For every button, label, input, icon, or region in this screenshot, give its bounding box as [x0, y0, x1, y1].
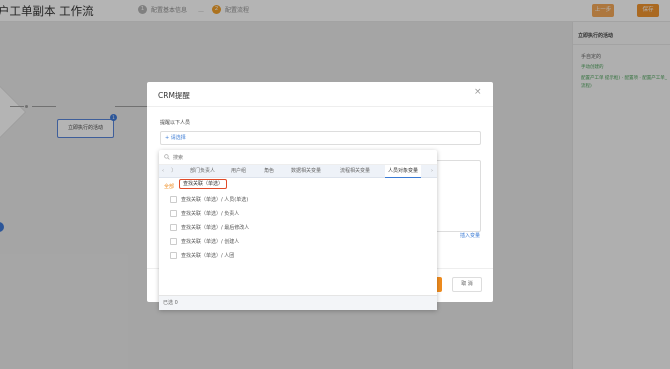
checkbox[interactable]	[170, 223, 177, 231]
search-icon	[164, 154, 170, 160]
tab-dept-head[interactable]: 部门负责人	[190, 165, 215, 178]
checkbox[interactable]	[170, 251, 177, 259]
tab-person-vars[interactable]: 人员对象变量	[385, 165, 422, 178]
tab-user-group[interactable]: 用户组	[231, 165, 246, 178]
search-input[interactable]	[173, 152, 423, 163]
list-item[interactable]: 查找关联（单选）/ 人员(单选)	[170, 194, 248, 204]
tab-role[interactable]: 角色	[264, 165, 274, 178]
list-item[interactable]: 查找关联（单选）/ 负责人	[170, 208, 239, 218]
option-label: 查找关联（单选）/ 人员(单选)	[181, 196, 249, 203]
search-row	[159, 150, 437, 165]
list-item[interactable]: 查找关联（单选）/ 创建人	[170, 236, 239, 246]
recipient-select[interactable]: + 请选择	[160, 131, 481, 145]
list-item[interactable]: 查找关联（单选）/ 最后修改人	[170, 222, 249, 232]
option-label: 查找关联（单选）/ 人团	[181, 252, 235, 259]
divider	[147, 106, 493, 107]
tab-scroll-marker: 〕	[171, 168, 177, 174]
close-icon[interactable]: ×	[474, 87, 482, 97]
tab-flow-vars[interactable]: 流程相关变量	[340, 165, 370, 178]
selection-count: 已选 0	[159, 295, 437, 310]
option-label: 查找关联（单选）/ 最后修改人	[181, 224, 250, 231]
dialog-title: CRM提醒	[158, 91, 190, 100]
checkbox[interactable]	[170, 237, 177, 245]
recipient-dropdown: ‹ 〕 部门负责人 用户组 角色 数据相关变量 流程相关变量 人员对象变量 › …	[159, 150, 437, 310]
remind-label: 提醒以下人员	[160, 120, 191, 126]
checkbox[interactable]	[170, 195, 177, 203]
cancel-button[interactable]: 取 消	[452, 277, 482, 292]
option-label: 查找关联（单选）/ 创建人	[181, 238, 240, 245]
breadcrumb-selected[interactable]: 查找关联（单选）	[179, 179, 228, 189]
checkbox[interactable]	[170, 209, 177, 217]
option-label: 查找关联（单选）/ 负责人	[181, 210, 240, 217]
chevron-right-icon[interactable]: ›	[431, 165, 433, 178]
breadcrumb-all[interactable]: 全部	[164, 183, 174, 190]
insert-variable-link[interactable]: 插入变量	[460, 232, 480, 239]
tab-bar: ‹ 〕 部门负责人 用户组 角色 数据相关变量 流程相关变量 人员对象变量 ›	[159, 165, 437, 178]
tab-data-vars[interactable]: 数据相关变量	[291, 165, 321, 178]
chevron-left-icon[interactable]: ‹	[162, 165, 164, 178]
list-item[interactable]: 查找关联（单选）/ 人团	[170, 250, 234, 260]
